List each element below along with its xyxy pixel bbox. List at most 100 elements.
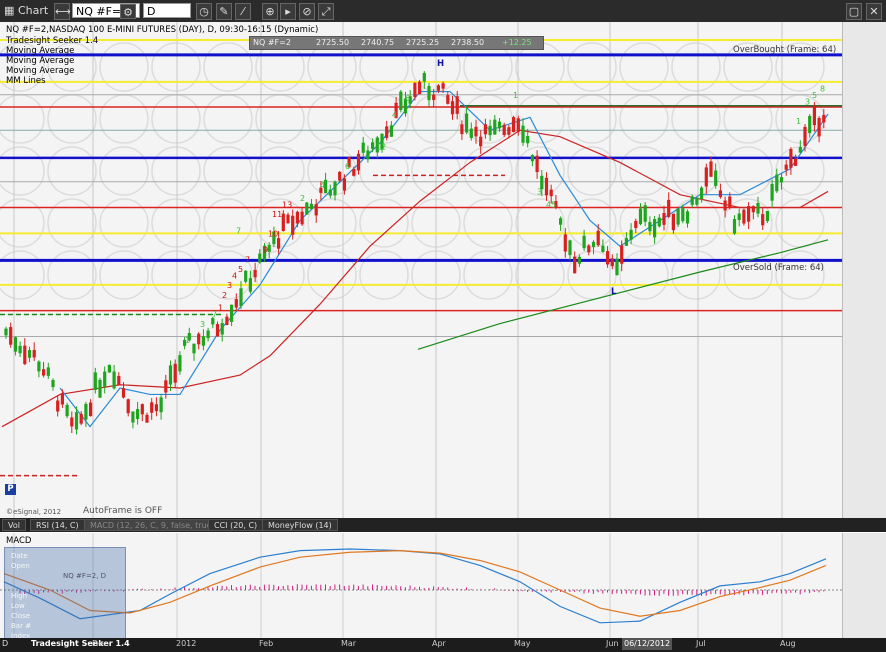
price-chart[interactable]: 137724612461345135812345791011132840.002… — [0, 22, 886, 520]
candle-body — [333, 181, 337, 196]
seeker-count-up: 3 — [805, 97, 810, 106]
candle-body — [718, 190, 722, 197]
bg-pattern-circle — [151, 42, 201, 92]
play-icon[interactable]: ▸ — [280, 3, 296, 20]
macd-pane[interactable]: 50.0025.000.00-25.00-50.0038.7929.908.89… — [0, 533, 886, 640]
candle-body — [18, 345, 22, 354]
ghost-data-window: NQ #F=2, D Date Open High Low Close Bar … — [4, 547, 126, 640]
xlabel-jul: Jul — [696, 639, 706, 648]
candle-body — [446, 95, 450, 104]
seeker-count-up: 7 — [212, 310, 217, 319]
candle-body — [507, 127, 511, 135]
candle-body — [286, 214, 290, 224]
candle-body — [629, 229, 633, 240]
seeker-count-up: 6 — [345, 162, 350, 171]
ghost-row-bar: Bar # — [11, 622, 32, 630]
close-icon[interactable]: ✕ — [866, 3, 882, 20]
signal-line — [3, 550, 827, 617]
bg-pattern-circle — [151, 250, 201, 300]
cursor-date: 06/12/2012 — [622, 638, 673, 650]
bg-pattern-circle — [151, 146, 201, 196]
candle-body — [244, 270, 248, 282]
candle-body — [643, 205, 647, 222]
bg-pattern-circle — [567, 42, 617, 92]
candle-body — [159, 397, 163, 413]
candle-body — [389, 125, 393, 137]
minimize-icon[interactable]: ▢ — [846, 3, 862, 20]
bg-pattern-circle — [99, 42, 149, 92]
expand-icon[interactable]: ⤢ — [318, 3, 334, 20]
macd-canvas[interactable]: 50.0025.000.00-25.00-50.0038.7929.908.89 — [0, 533, 886, 638]
low-marker: L — [611, 287, 617, 297]
candle-body — [474, 126, 478, 137]
bg-pattern-circle — [775, 198, 825, 248]
bg-pattern-circle — [723, 94, 773, 144]
tab-vol[interactable]: Vol — [2, 519, 26, 531]
bg-pattern-circle — [463, 42, 513, 92]
draw-pencil-icon[interactable]: ✎ — [216, 3, 232, 20]
candle-body — [624, 238, 628, 246]
candle-body — [427, 85, 431, 101]
draw-line-icon[interactable]: ⁄ — [235, 3, 251, 20]
candle-body — [23, 345, 27, 365]
axis-corner: D — [2, 639, 9, 648]
link-icon[interactable]: ⟷ — [54, 3, 71, 20]
candle-body — [121, 388, 126, 398]
candle-body — [89, 402, 93, 416]
legend-ma-2: Moving Average — [6, 56, 75, 66]
candle-body — [126, 399, 130, 414]
seeker-count-up: 4 — [320, 181, 325, 190]
seeker-count-up: 2 — [300, 194, 305, 203]
seeker-count-up: 45 — [546, 201, 556, 210]
bg-pattern-circle — [0, 250, 45, 300]
tab-cci[interactable]: CCI (20, C) — [208, 519, 264, 531]
candle-body — [27, 349, 32, 358]
ghost-title: NQ #F=2, D — [63, 572, 107, 580]
bg-pattern-circle — [619, 250, 669, 300]
candle-body — [648, 221, 652, 232]
seeker-count-down: 9 — [263, 246, 268, 255]
bg-pattern-circle — [151, 198, 201, 248]
bg-pattern-circle — [671, 146, 721, 196]
quote-change: +12.25 — [502, 38, 532, 47]
xlabel-jun: Jun — [606, 639, 619, 648]
p-marker[interactable]: P — [5, 484, 16, 495]
candle-body — [681, 208, 685, 222]
tab-moneyflow[interactable]: MoneyFlow (14) — [262, 519, 338, 531]
bg-pattern-circle — [671, 42, 721, 92]
candle-body — [563, 234, 567, 252]
candle-body — [432, 94, 436, 101]
candle-body — [70, 417, 74, 427]
zoom-icon[interactable]: ⊘ — [299, 3, 315, 20]
settings-icon[interactable]: ⚙ — [120, 4, 136, 19]
legend-symbol: NQ #F=2,NASDAQ 100 E-MINI FUTURES (DAY),… — [6, 25, 319, 35]
quote-strip: NQ #F=2 2725.50 2740.75 2725.25 2738.50 … — [249, 36, 544, 50]
seeker-count-up: 1 — [796, 117, 801, 126]
bg-pattern-circle — [307, 42, 357, 92]
copyright-label: ©eSignal, 2012 — [6, 508, 62, 516]
interval-input[interactable]: D — [143, 3, 191, 18]
seeker-count-down: 11 — [272, 210, 282, 219]
candle-body — [51, 380, 55, 388]
candle-body — [356, 153, 361, 171]
tab-rsi[interactable]: RSI (14, C) — [30, 519, 85, 531]
cursor-icon[interactable]: ⊕ — [262, 3, 278, 20]
bg-pattern-circle — [47, 94, 97, 144]
macd-line — [3, 548, 827, 624]
candle-body — [295, 211, 299, 224]
candle-body — [817, 118, 821, 137]
xlabel-dec: Dec — [92, 639, 108, 648]
bg-pattern-circle — [723, 146, 773, 196]
candle-body — [418, 81, 422, 95]
candle-body — [32, 349, 36, 358]
quote-symbol: NQ #F=2 — [253, 38, 291, 47]
xlabel-feb: Feb — [259, 639, 274, 648]
bg-pattern-circle — [463, 250, 513, 300]
tab-macd[interactable]: MACD (12, 26, C, 9, false, true) — [84, 519, 221, 531]
candle-body — [131, 411, 135, 423]
seeker-count-down: 13 — [282, 201, 292, 210]
candle-body — [803, 126, 807, 146]
candle-body — [573, 256, 577, 274]
time-icon[interactable]: ◷ — [196, 3, 212, 20]
candle-body — [544, 177, 549, 196]
